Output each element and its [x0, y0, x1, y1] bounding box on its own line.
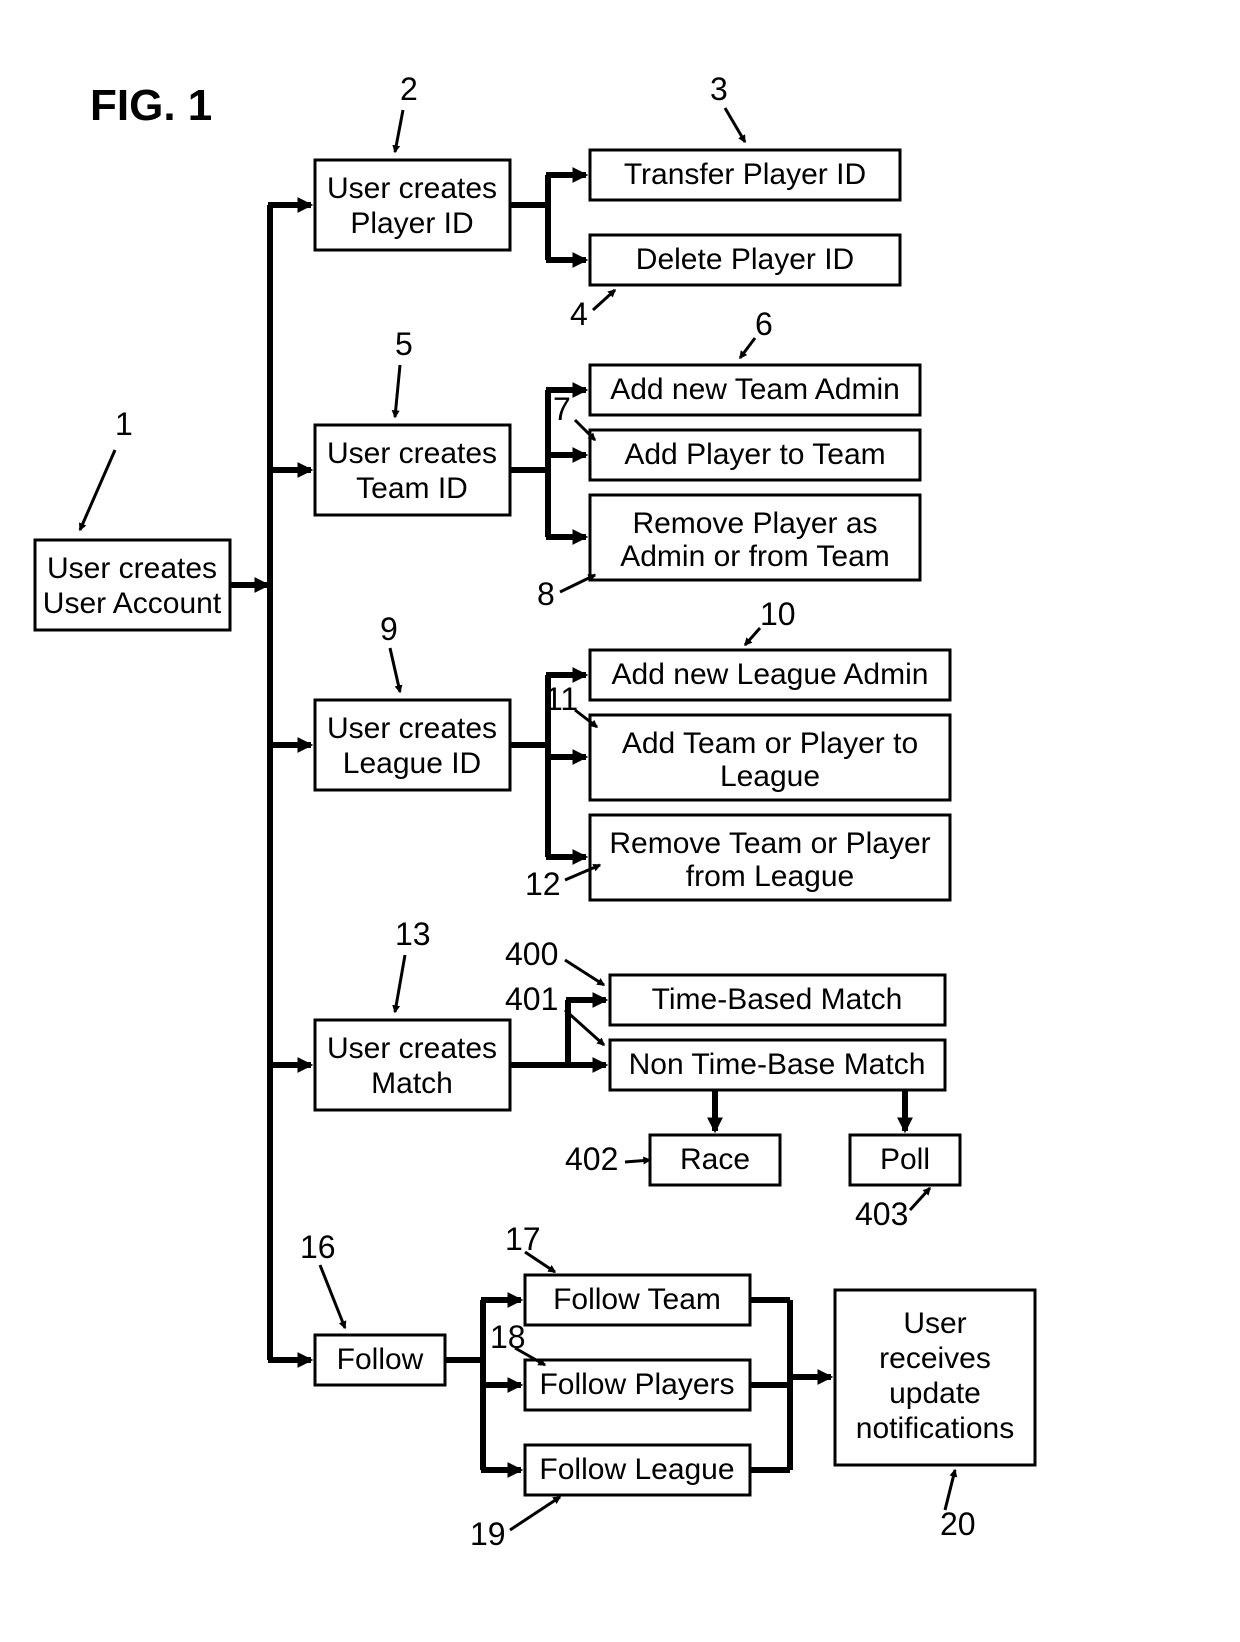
ref-8: 8: [537, 576, 555, 612]
box-league-id: User creates League ID: [315, 700, 510, 790]
ref-3: 3: [710, 71, 728, 107]
box-13-line-2: Match: [371, 1067, 453, 1100]
box-19-line-1: Follow League: [539, 1453, 734, 1486]
box-20-line-1: User: [903, 1307, 966, 1340]
figure-title: FIG. 1: [90, 81, 212, 130]
flowchart-diagram: FIG. 1 User creates User Account User cr…: [0, 0, 1240, 1642]
ref-19: 19: [470, 1516, 506, 1552]
box-9-line-1: User creates: [327, 712, 497, 745]
ref-403: 403: [855, 1196, 908, 1232]
box-6-line-1: Add new Team Admin: [610, 373, 900, 406]
ref-16: 16: [300, 1229, 336, 1265]
box-notifications: User receives update notifications: [835, 1290, 1035, 1465]
box-403-line-1: Poll: [880, 1143, 930, 1176]
ref-401: 401: [505, 981, 558, 1017]
box-follow-league: Follow League: [525, 1445, 750, 1495]
box-race: Race: [650, 1135, 780, 1185]
ref-2: 2: [400, 71, 418, 107]
box-18-line-1: Follow Players: [539, 1368, 734, 1401]
box-team-id: User creates Team ID: [315, 425, 510, 515]
box-2-line-2: Player ID: [350, 207, 473, 240]
ref-1: 1: [115, 406, 133, 442]
box-13-line-1: User creates: [327, 1032, 497, 1065]
box-9-line-2: League ID: [343, 747, 481, 780]
box-time-based-match: Time-Based Match: [610, 975, 945, 1025]
ref-400: 400: [505, 936, 558, 972]
box-user-account: User creates User Account: [35, 540, 230, 630]
box-remove-player: Remove Player as Admin or from Team: [590, 495, 920, 580]
box-delete-player-id: Delete Player ID: [590, 235, 900, 285]
ref-402: 402: [565, 1141, 618, 1177]
ref-6: 6: [755, 306, 773, 342]
ref-12: 12: [525, 866, 561, 902]
box-match: User creates Match: [315, 1020, 510, 1110]
box-1-line-2: User Account: [43, 587, 222, 620]
box-poll: Poll: [850, 1135, 960, 1185]
box-non-time-based-match: Non Time-Base Match: [610, 1040, 945, 1090]
box-11-line-2: League: [720, 760, 820, 793]
box-follow: Follow: [315, 1335, 445, 1385]
box-player-id: User creates Player ID: [315, 160, 510, 250]
box-add-league-admin: Add new League Admin: [590, 650, 950, 700]
box-5-line-2: Team ID: [356, 472, 468, 505]
ref-7: 7: [553, 391, 571, 427]
box-12-line-1: Remove Team or Player: [609, 827, 930, 860]
box-add-team-admin: Add new Team Admin: [590, 365, 920, 415]
box-5-line-1: User creates: [327, 437, 497, 470]
box-17-line-1: Follow Team: [553, 1283, 721, 1316]
box-7-line-1: Add Player to Team: [624, 438, 885, 471]
ref-17: 17: [505, 1221, 541, 1257]
box-4-line-1: Delete Player ID: [636, 243, 854, 276]
box-402-line-1: Race: [680, 1143, 750, 1176]
ref-13: 13: [395, 916, 431, 952]
box-1-line-1: User creates: [47, 552, 217, 585]
box-transfer-player-id: Transfer Player ID: [590, 150, 900, 200]
box-remove-team-player-league: Remove Team or Player from League: [590, 815, 950, 900]
box-16-line-1: Follow: [337, 1343, 424, 1376]
box-8-line-1: Remove Player as: [632, 507, 877, 540]
box-400-line-1: Time-Based Match: [652, 983, 903, 1016]
ref-5: 5: [395, 326, 413, 362]
box-2-line-1: User creates: [327, 172, 497, 205]
box-20-line-4: notifications: [856, 1412, 1014, 1445]
box-add-team-player-league: Add Team or Player to League: [590, 715, 950, 800]
ref-4: 4: [570, 296, 588, 332]
box-20-line-2: receives: [879, 1342, 991, 1375]
box-401-line-1: Non Time-Base Match: [629, 1048, 926, 1081]
box-follow-team: Follow Team: [525, 1275, 750, 1325]
ref-10: 10: [760, 596, 796, 632]
box-11-line-1: Add Team or Player to: [622, 727, 918, 760]
box-3-line-1: Transfer Player ID: [624, 158, 866, 191]
ref-20: 20: [940, 1506, 976, 1542]
ref-9: 9: [380, 611, 398, 647]
box-20-line-3: update: [889, 1377, 981, 1410]
box-10-line-1: Add new League Admin: [612, 658, 929, 691]
box-12-line-2: from League: [686, 860, 854, 893]
box-8-line-2: Admin or from Team: [620, 540, 890, 573]
ref-11: 11: [545, 681, 578, 717]
box-follow-players: Follow Players: [525, 1360, 750, 1410]
box-add-player-team: Add Player to Team: [590, 430, 920, 480]
